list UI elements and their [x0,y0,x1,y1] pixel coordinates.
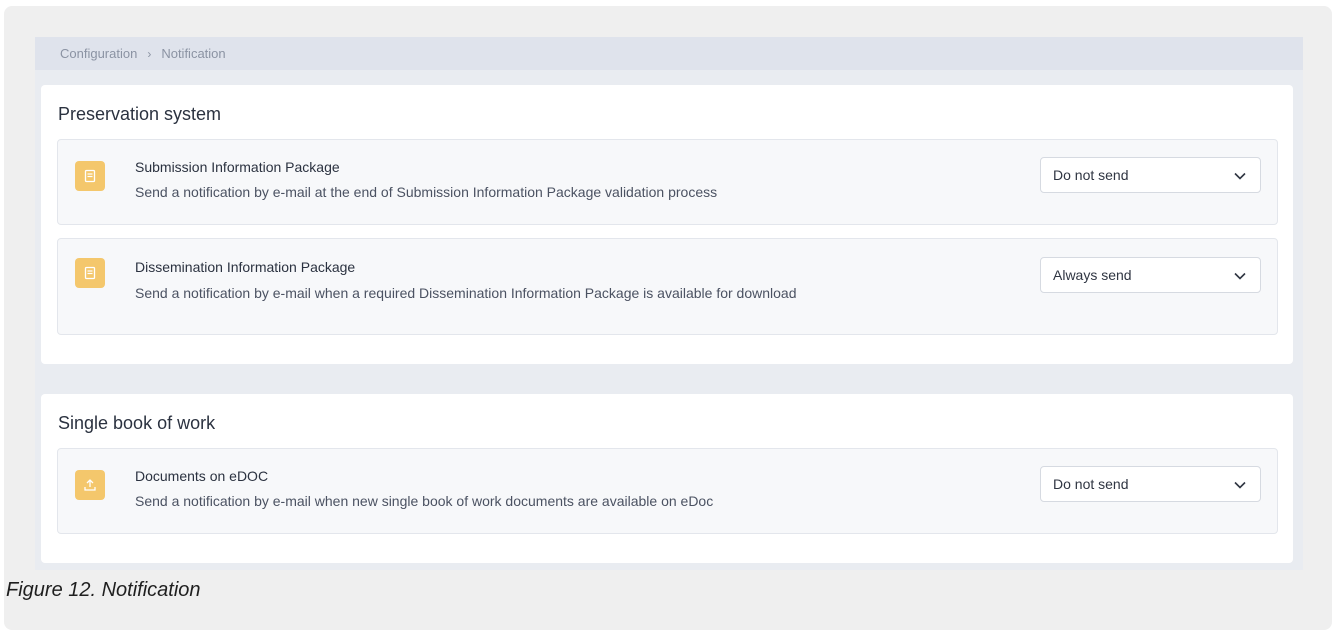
item-description: Send a notification by e-mail when a req… [135,285,797,301]
document-icon [75,161,105,191]
item-description: Send a notification by e-mail at the end… [135,184,718,200]
figure-caption: Figure 12. Notification [6,579,201,601]
chevron-down-icon [1234,172,1246,180]
item-title: Submission Information Package [135,159,340,175]
breadcrumb-item-configuration[interactable]: Configuration [60,46,137,61]
select-value: Do not send [1053,167,1129,183]
item-title: Documents on eDOC [135,468,269,484]
item-title: Dissemination Information Package [135,259,356,275]
notification-select[interactable]: Always send [1040,257,1261,293]
document-icon [75,258,105,288]
section-title: Single book of work [58,413,216,433]
notification-item-dissemination: Dissemination Information Package Send a… [57,238,1278,335]
select-value: Do not send [1053,476,1129,492]
section-preservation-system: Preservation system Submission Informati… [41,85,1293,364]
notification-select[interactable]: Do not send [1040,157,1261,193]
chevron-down-icon [1234,272,1246,280]
upload-icon [75,470,105,500]
section-single-book-of-work: Single book of work Documents on eDOC Se… [41,394,1293,563]
select-value: Always send [1053,267,1132,283]
notification-item-submission: Submission Information Package Send a no… [57,139,1278,225]
chevron-down-icon [1234,481,1246,489]
breadcrumb-item-notification: Notification [161,46,226,61]
breadcrumb-separator-icon: › [147,46,152,61]
section-title: Preservation system [58,104,222,124]
notification-item-edoc: Documents on eDOC Send a notification by… [57,448,1278,534]
notification-select[interactable]: Do not send [1040,466,1261,502]
breadcrumb: Configuration › Notification [35,37,1303,70]
item-description: Send a notification by e-mail when new s… [135,493,714,509]
